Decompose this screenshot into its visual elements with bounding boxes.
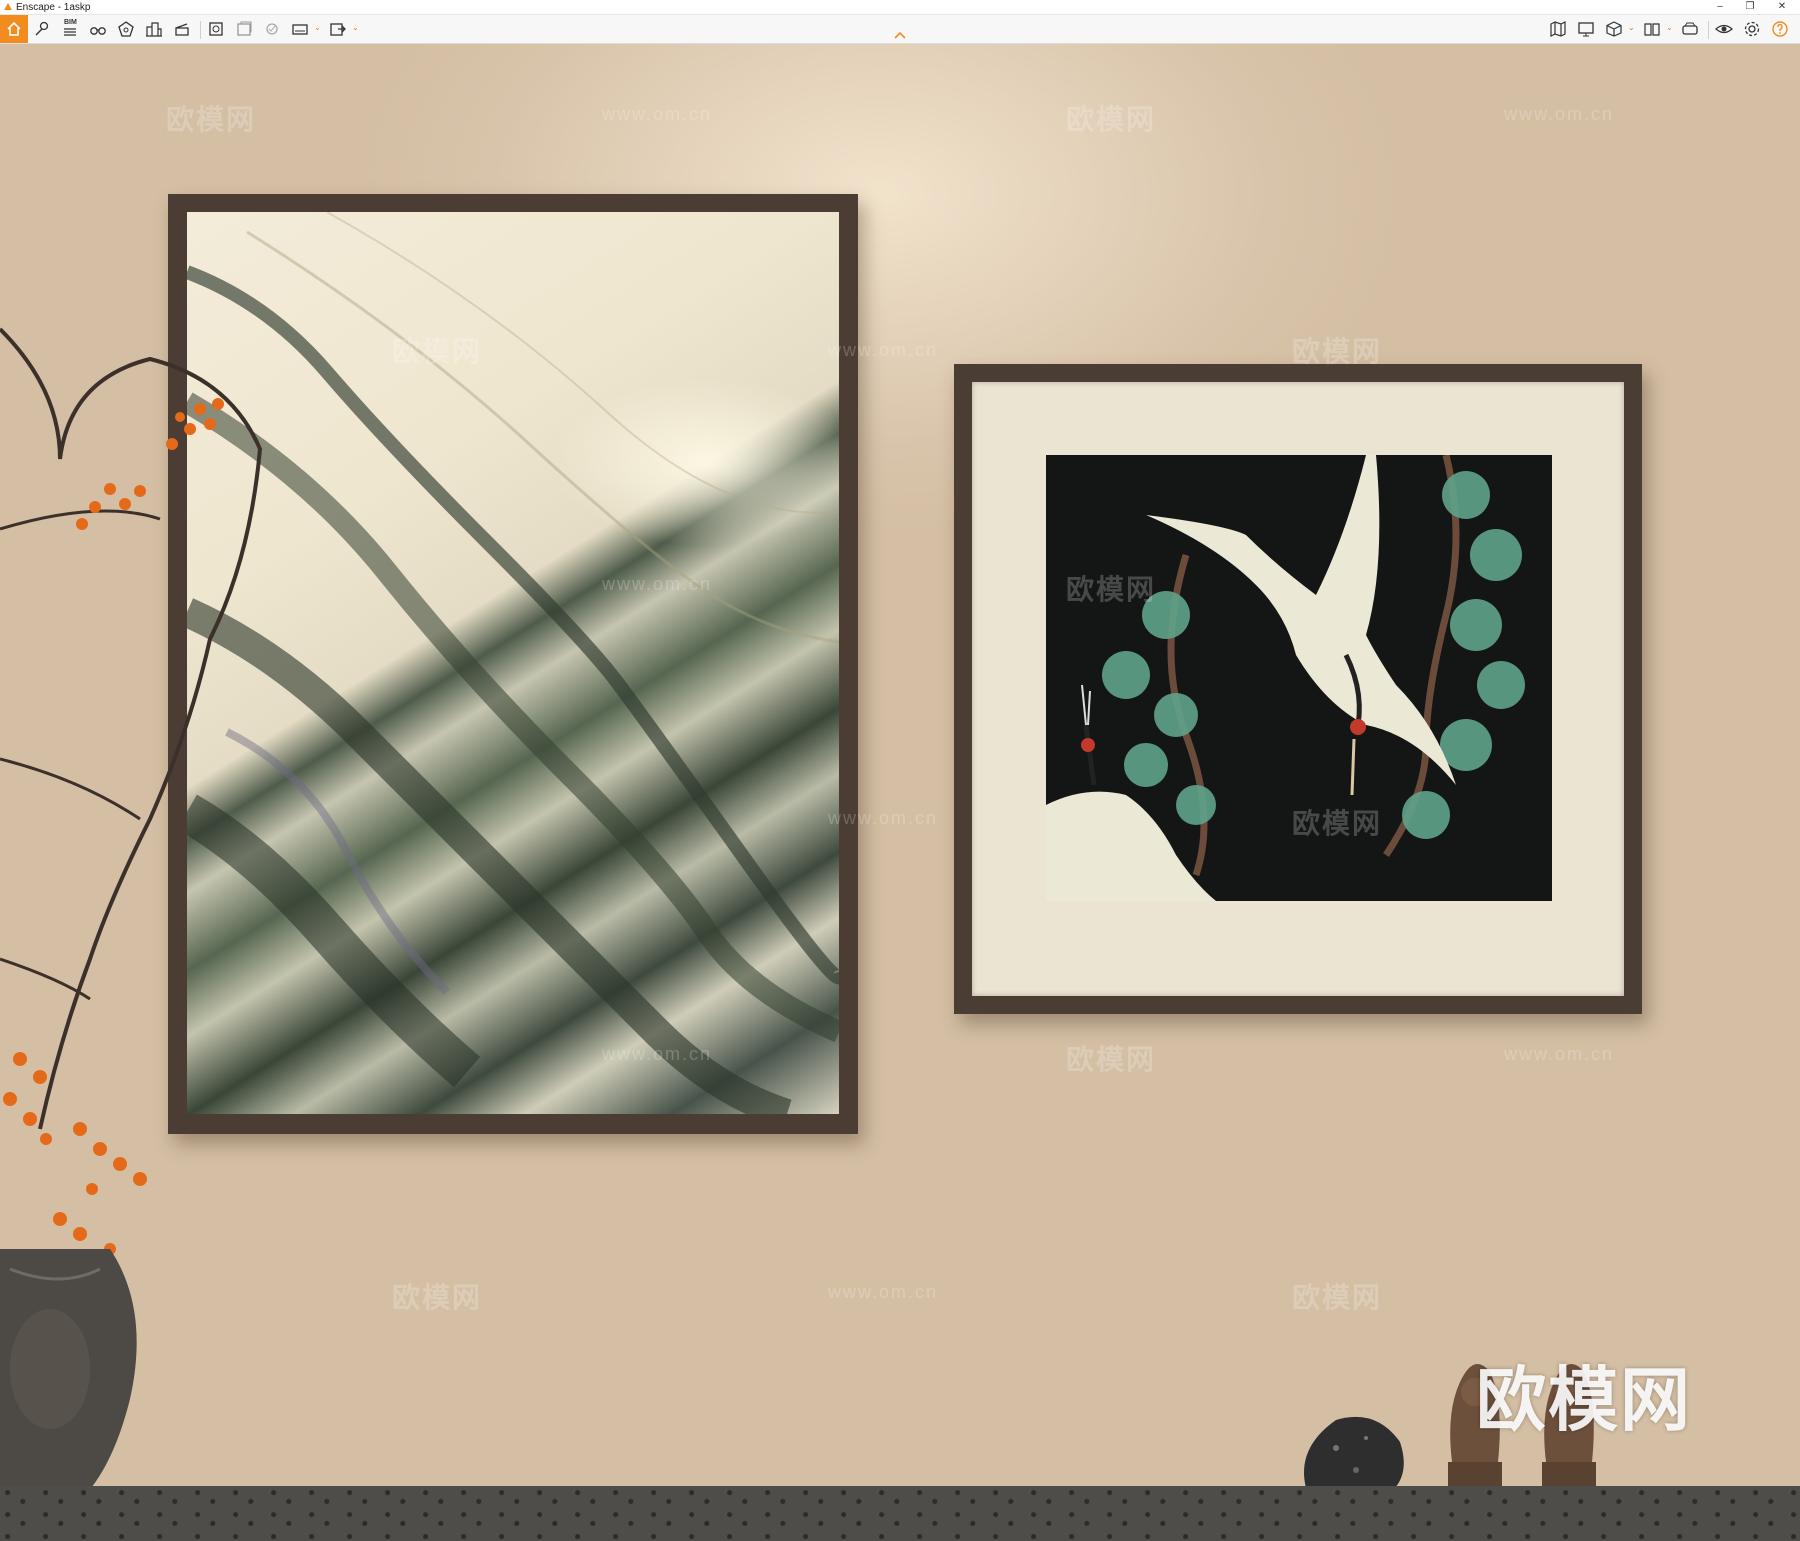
pentagon-icon	[118, 21, 134, 37]
watermark-brand: 欧模网	[1292, 1282, 1383, 1313]
watermark-url: www.om.cn	[828, 808, 939, 828]
stone-shelf	[0, 1486, 1800, 1541]
toolbar-separator	[200, 21, 201, 39]
home-icon	[7, 21, 21, 36]
binoculars-icon	[90, 27, 106, 35]
crane-painting-frame	[954, 364, 1642, 1014]
pin-button[interactable]	[30, 17, 54, 41]
watermark-brand: 欧模网	[1066, 1044, 1157, 1075]
collapse-toolbar-icon[interactable]	[892, 30, 908, 40]
help-icon	[1772, 21, 1788, 37]
eye-button[interactable]	[1712, 17, 1736, 41]
bim-button[interactable]: BIM	[58, 17, 82, 41]
book-button[interactable]	[1640, 17, 1664, 41]
settings-button[interactable]	[1740, 17, 1764, 41]
book-dropdown-icon[interactable]: ⌄	[1666, 23, 1673, 32]
pin-icon	[35, 21, 49, 36]
watermark-url: www.om.cn	[828, 340, 939, 360]
ceramic-vase	[0, 1249, 137, 1509]
gear-icon	[1744, 21, 1760, 37]
render-button[interactable]	[204, 17, 228, 41]
pentagon-button[interactable]	[114, 17, 138, 41]
vr-headset-button[interactable]	[1678, 17, 1702, 41]
batch-render-button[interactable]	[232, 17, 256, 41]
book-icon	[1644, 23, 1660, 36]
cube-button[interactable]	[1602, 17, 1626, 41]
watermark-brand: 欧模网	[1292, 336, 1383, 367]
panorama-dropdown-icon[interactable]: ⌄	[314, 23, 321, 32]
enscape-logo-icon	[4, 3, 12, 10]
watermark-url: www.om.cn	[828, 1282, 939, 1302]
minimize-button[interactable]: –	[1706, 0, 1734, 15]
marble-veins	[187, 212, 839, 1114]
sun-icon	[266, 23, 278, 35]
watermark-url: www.om.cn	[602, 574, 713, 594]
eye-icon	[1715, 24, 1733, 34]
title-bar: Enscape - 1askp – ❐ ✕	[0, 0, 1800, 15]
berry-branch	[0, 327, 263, 1265]
watermark-brand: 欧模网	[1292, 808, 1383, 839]
home-button[interactable]	[0, 15, 28, 43]
panorama-button[interactable]	[288, 17, 312, 41]
sun-button[interactable]	[260, 17, 284, 41]
clapper-button[interactable]	[170, 17, 194, 41]
bim-label: BIM	[64, 19, 77, 26]
restore-button[interactable]: ❐	[1736, 0, 1764, 15]
cube-dropdown-icon[interactable]: ⌄	[1628, 23, 1635, 32]
close-button[interactable]: ✕	[1768, 0, 1796, 15]
watermark-url: www.om.cn	[1504, 104, 1615, 124]
batch-render-icon	[237, 21, 252, 36]
marble-artwork	[187, 212, 839, 1114]
watermark-brand: 欧模网	[166, 104, 257, 135]
clapper-icon	[175, 23, 189, 36]
monitor-icon	[1578, 22, 1594, 37]
watermark-brand: 欧模网	[392, 1282, 483, 1313]
watermark-url: www.om.cn	[602, 1044, 713, 1064]
vr-headset-icon	[1682, 22, 1698, 35]
buildings-button[interactable]	[142, 17, 166, 41]
export-icon	[330, 23, 346, 36]
watermark-brand: 欧模网	[1066, 574, 1157, 605]
render-viewport[interactable]: 欧模网 www.om.cn 欧模网 www.om.cn 欧模网 www.om.c…	[0, 44, 1800, 1541]
render-icon	[209, 22, 223, 36]
brand-logo: 欧模网	[1476, 1361, 1692, 1439]
cube-icon	[1606, 21, 1622, 37]
map-icon	[1550, 21, 1566, 37]
panorama-icon	[292, 24, 308, 35]
buildings-icon	[146, 22, 162, 37]
toolbar-separator	[1708, 21, 1709, 39]
map-button[interactable]	[1546, 17, 1570, 41]
watermark-brand: 欧模网	[392, 336, 483, 367]
watermark-url: www.om.cn	[602, 104, 713, 124]
painting-mat	[972, 382, 1624, 996]
window-title: Enscape - 1askp	[16, 2, 91, 13]
export-button[interactable]	[326, 17, 350, 41]
help-button[interactable]	[1768, 17, 1792, 41]
monitor-button[interactable]	[1574, 17, 1598, 41]
export-dropdown-icon[interactable]: ⌄	[352, 23, 359, 32]
binoculars-button[interactable]	[86, 17, 110, 41]
watermark-brand: 欧模网	[1066, 104, 1157, 135]
watermark-url: www.om.cn	[1504, 1044, 1615, 1064]
